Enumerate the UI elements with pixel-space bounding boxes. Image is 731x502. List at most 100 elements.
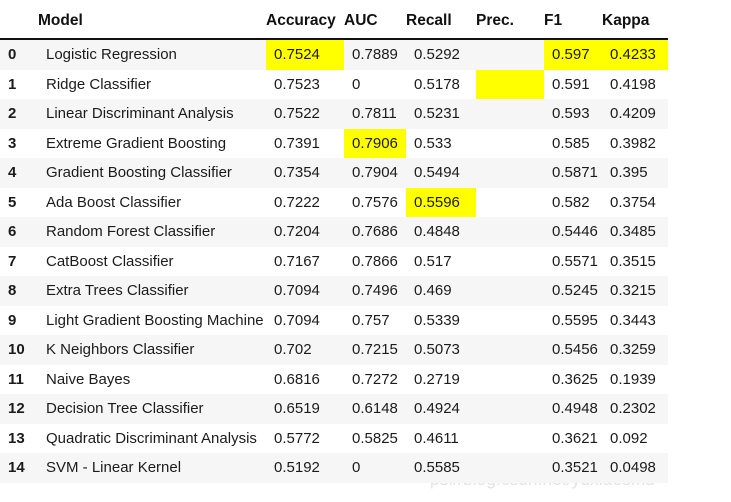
row-index: 4 xyxy=(0,158,38,188)
cell-recall: 0.5178 xyxy=(406,69,476,99)
cell-accuracy: 0.7524 xyxy=(266,39,344,70)
cell-model-name: CatBoost Classifier xyxy=(38,246,266,276)
cell-prec xyxy=(476,394,544,424)
cell-f1: 0.3521 xyxy=(544,453,602,483)
table-row: 7 CatBoost Classifier 0.7167 0.7866 0.517 0.5… xyxy=(0,246,668,276)
cell-model-name: Light Gradient Boosting Machine xyxy=(38,305,266,335)
table-row: 6 Random Forest Classifier 0.7204 0.7686 0.4… xyxy=(0,217,668,247)
cell-prec xyxy=(476,276,544,306)
cell-prec xyxy=(476,69,544,99)
cell-kappa: 0.3754 xyxy=(602,187,668,217)
cell-prec xyxy=(476,453,544,483)
cell-auc: 0 xyxy=(344,453,406,483)
column-header-prec: Prec. xyxy=(476,0,544,40)
table-row: 9 Light Gradient Boosting Machine 0.7094 0.… xyxy=(0,305,668,335)
row-index: 14 xyxy=(0,453,38,483)
cell-model-name: Ridge Classifier xyxy=(38,69,266,99)
row-index: 10 xyxy=(0,335,38,365)
cell-auc: 0.7904 xyxy=(344,158,406,188)
cell-recall: 0.517 xyxy=(406,246,476,276)
row-index: 12 xyxy=(0,394,38,424)
cell-model-name: Decision Tree Classifier xyxy=(38,394,266,424)
cell-f1: 0.4948 xyxy=(544,394,602,424)
cell-auc: 0.7906 xyxy=(344,128,406,158)
cell-recall: 0.469 xyxy=(406,276,476,306)
cell-f1: 0.585 xyxy=(544,128,602,158)
table-row: 3 Extreme Gradient Boosting 0.7391 0.7906 0.… xyxy=(0,128,668,158)
cell-model-name: Logistic Regression xyxy=(38,39,266,70)
table-row: 0 Logistic Regression 0.7524 0.7889 0.5292 0.… xyxy=(0,39,668,70)
row-index: 2 xyxy=(0,99,38,129)
cell-kappa: 0.3443 xyxy=(602,305,668,335)
cell-recall: 0.5494 xyxy=(406,158,476,188)
model-comparison-table-container: Model Accuracy AUC Recall Prec. F1 Kappa… xyxy=(0,0,668,483)
row-index: 13 xyxy=(0,423,38,453)
cell-model-name: Extra Trees Classifier xyxy=(38,276,266,306)
cell-accuracy: 0.702 xyxy=(266,335,344,365)
cell-kappa: 0.2302 xyxy=(602,394,668,424)
table-header: Model Accuracy AUC Recall Prec. F1 Kappa xyxy=(0,0,668,40)
table-row: 13 Quadratic Discriminant Analysis 0.5772 0… xyxy=(0,423,668,453)
cell-auc: 0.7686 xyxy=(344,217,406,247)
cell-prec xyxy=(476,187,544,217)
cell-f1: 0.582 xyxy=(544,187,602,217)
cell-prec xyxy=(476,364,544,394)
cell-recall: 0.5073 xyxy=(406,335,476,365)
row-index: 8 xyxy=(0,276,38,306)
cell-kappa: 0.3515 xyxy=(602,246,668,276)
cell-kappa: 0.3982 xyxy=(602,128,668,158)
cell-auc: 0.7866 xyxy=(344,246,406,276)
cell-prec xyxy=(476,423,544,453)
row-index: 3 xyxy=(0,128,38,158)
cell-kappa: 0.092 xyxy=(602,423,668,453)
cell-model-name: Naive Bayes xyxy=(38,364,266,394)
cell-f1: 0.593 xyxy=(544,99,602,129)
cell-accuracy: 0.7391 xyxy=(266,128,344,158)
cell-kappa: 0.395 xyxy=(602,158,668,188)
cell-f1: 0.5571 xyxy=(544,246,602,276)
cell-recall: 0.5292 xyxy=(406,39,476,70)
table-row: 10 K Neighbors Classifier 0.702 0.7215 0.507… xyxy=(0,335,668,365)
cell-f1: 0.5595 xyxy=(544,305,602,335)
cell-recall: 0.5339 xyxy=(406,305,476,335)
table-row: 2 Linear Discriminant Analysis 0.7522 0.781… xyxy=(0,99,668,129)
cell-kappa: 0.3215 xyxy=(602,276,668,306)
column-header-index xyxy=(0,0,38,40)
row-index: 1 xyxy=(0,69,38,99)
table-row: 4 Gradient Boosting Classifier 0.7354 0.790… xyxy=(0,158,668,188)
screenshot-root: ps://blog.csdn.net/yuxiaosmd Model Accur… xyxy=(0,0,731,502)
cell-prec xyxy=(476,39,544,70)
cell-prec xyxy=(476,305,544,335)
cell-auc: 0.6148 xyxy=(344,394,406,424)
cell-model-name: Quadratic Discriminant Analysis xyxy=(38,423,266,453)
cell-auc: 0 xyxy=(344,69,406,99)
table-row: 12 Decision Tree Classifier 0.6519 0.6148 0.… xyxy=(0,394,668,424)
cell-prec xyxy=(476,128,544,158)
table-body: 0 Logistic Regression 0.7524 0.7889 0.5292 0.… xyxy=(0,39,668,483)
cell-f1: 0.5456 xyxy=(544,335,602,365)
cell-auc: 0.7811 xyxy=(344,99,406,129)
column-header-kappa: Kappa xyxy=(602,0,668,40)
column-header-model: Model xyxy=(38,0,266,40)
cell-kappa: 0.4198 xyxy=(602,69,668,99)
cell-recall: 0.4924 xyxy=(406,394,476,424)
cell-prec xyxy=(476,246,544,276)
cell-prec xyxy=(476,158,544,188)
cell-accuracy: 0.7523 xyxy=(266,69,344,99)
cell-accuracy: 0.7204 xyxy=(266,217,344,247)
cell-recall: 0.5231 xyxy=(406,99,476,129)
cell-recall: 0.533 xyxy=(406,128,476,158)
cell-recall: 0.5585 xyxy=(406,453,476,483)
column-header-auc: AUC xyxy=(344,0,406,40)
table-row: 14 SVM - Linear Kernel 0.5192 0 0.5585 0.3521… xyxy=(0,453,668,483)
cell-model-name: SVM - Linear Kernel xyxy=(38,453,266,483)
cell-kappa: 0.0498 xyxy=(602,453,668,483)
cell-kappa: 0.1939 xyxy=(602,364,668,394)
cell-f1: 0.597 xyxy=(544,39,602,70)
cell-accuracy: 0.7094 xyxy=(266,305,344,335)
table-row: 1 Ridge Classifier 0.7523 0 0.5178 0.591 0.419… xyxy=(0,69,668,99)
row-index: 7 xyxy=(0,246,38,276)
cell-f1: 0.3625 xyxy=(544,364,602,394)
table-header-row: Model Accuracy AUC Recall Prec. F1 Kappa xyxy=(0,0,668,40)
cell-auc: 0.757 xyxy=(344,305,406,335)
